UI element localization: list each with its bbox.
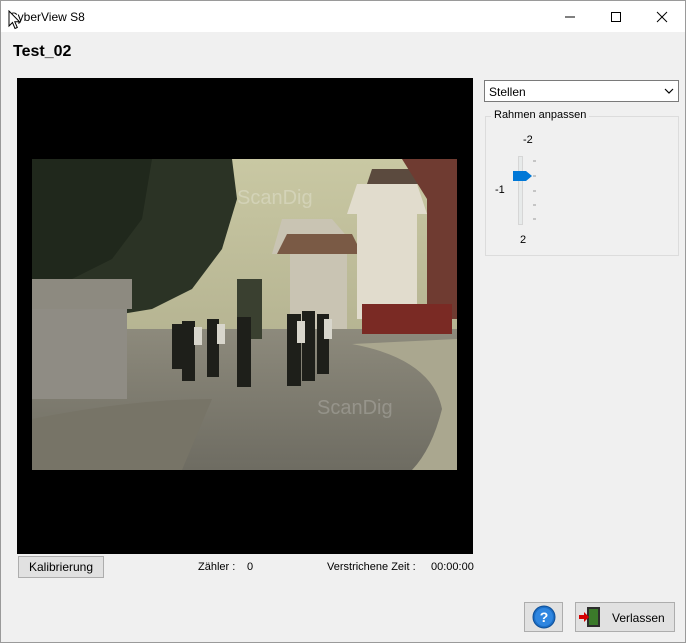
- exit-button-label: Verlassen: [612, 611, 665, 625]
- elapsed-time-label: Verstrichene Zeit :: [327, 561, 416, 573]
- preview-viewer: ScanDig ScanDig: [17, 78, 473, 554]
- counter-label: Zähler :: [198, 561, 236, 573]
- mode-dropdown-value: Stellen: [489, 85, 526, 99]
- counter-value: 0: [247, 561, 254, 573]
- exit-door-icon: [579, 607, 600, 627]
- maximize-icon: [611, 11, 621, 22]
- calibration-button[interactable]: Kalibrierung: [18, 556, 104, 578]
- help-button[interactable]: ?: [524, 602, 563, 632]
- film-frame-preview: ScanDig ScanDig: [32, 159, 457, 470]
- mouse-cursor-icon: [8, 10, 21, 30]
- frame-adjust-title: Rahmen anpassen: [491, 109, 590, 121]
- film-watermark-lower: ScanDig: [317, 397, 393, 419]
- slider-ticks: [533, 160, 536, 220]
- exit-button[interactable]: Verlassen: [575, 602, 675, 632]
- elapsed-time-value: 00:00:00: [431, 561, 474, 573]
- slider-max-label: -2: [523, 134, 533, 146]
- help-icon-glyph: ?: [539, 609, 548, 625]
- close-button[interactable]: [639, 1, 685, 32]
- title-bar[interactable]: CyberView S8: [1, 1, 685, 32]
- frame-adjust-group: [485, 116, 679, 256]
- maximize-button[interactable]: [593, 1, 639, 32]
- close-icon: [656, 11, 668, 22]
- slider-min-label: 2: [520, 234, 527, 246]
- file-title: Test_02: [13, 43, 72, 60]
- slider-current-label: -1: [495, 184, 505, 196]
- minimize-icon: [565, 16, 575, 17]
- minimize-button[interactable]: [547, 1, 593, 32]
- frame-slider-thumb[interactable]: [512, 170, 533, 182]
- help-icon: ?: [532, 605, 555, 629]
- frame-slider-track[interactable]: [518, 156, 523, 225]
- chevron-down-icon: [664, 88, 674, 94]
- film-watermark: ScanDig: [237, 187, 313, 209]
- app-window: CyberView S8 Test_02 ScanDig ScanDig Kal…: [0, 0, 686, 643]
- mode-dropdown[interactable]: Stellen: [484, 80, 679, 102]
